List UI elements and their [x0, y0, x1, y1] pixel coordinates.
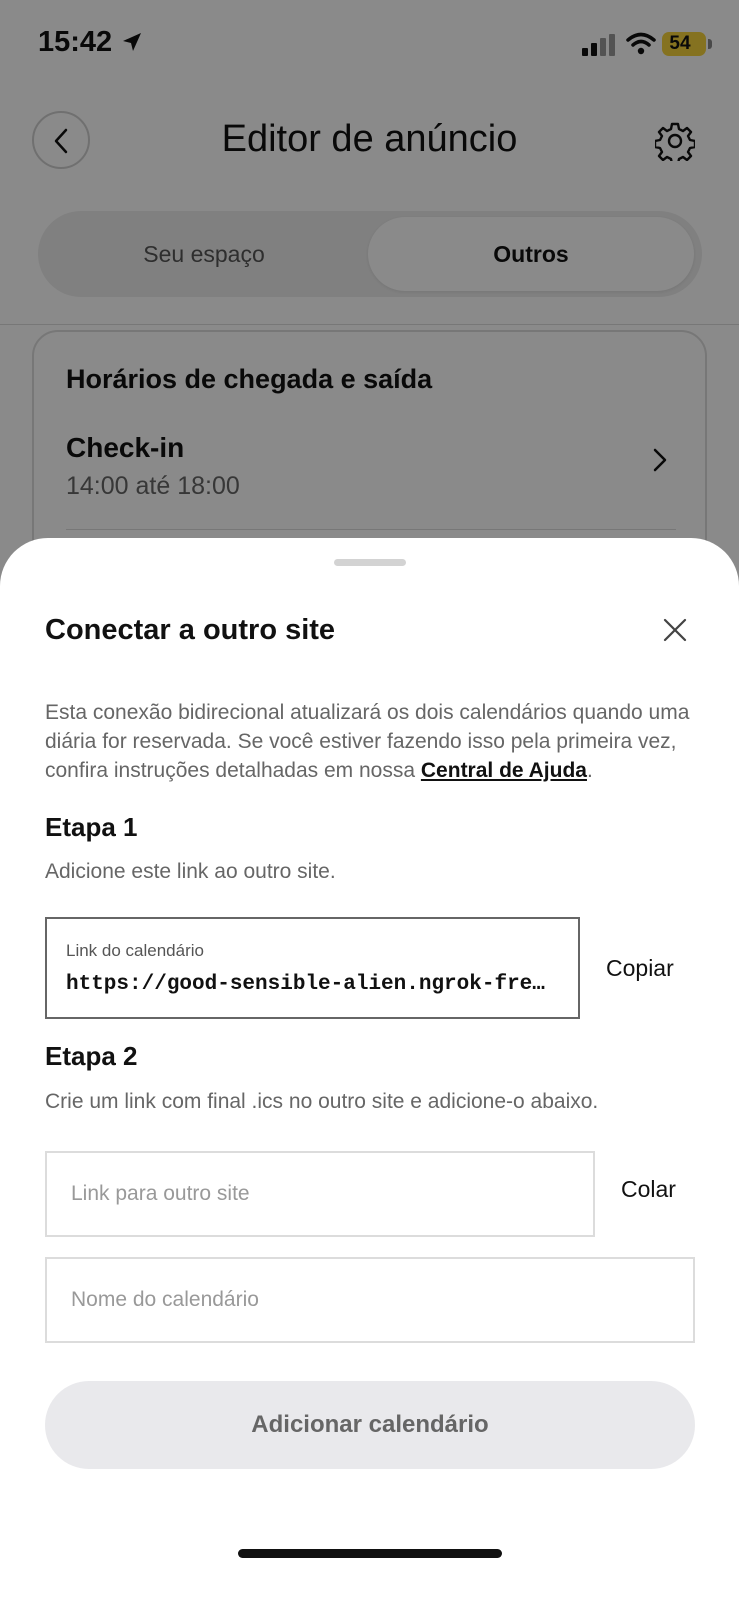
help-center-link[interactable]: Central de Ajuda	[421, 759, 587, 782]
step1-description: Adicione este link ao outro site.	[45, 860, 336, 883]
add-calendar-button[interactable]: Adicionar calendário	[45, 1381, 695, 1469]
step2-title: Etapa 2	[45, 1041, 138, 1071]
bottom-sheet: Conectar a outro site Esta conexão bidir…	[0, 538, 739, 1600]
calendar-link-label: Link do calendário	[66, 941, 204, 960]
home-indicator	[238, 1549, 502, 1558]
copy-button[interactable]: Copiar	[606, 955, 674, 982]
calendar-link-field[interactable]: Link do calendário https://good-sensible…	[45, 917, 580, 1019]
sheet-title: Conectar a outro site	[45, 614, 336, 646]
description-end: .	[586, 759, 593, 782]
calendar-link-value: https://good-sensible-alien.ngrok-free.a…	[66, 973, 556, 996]
close-icon[interactable]	[660, 615, 690, 645]
step2-description: Crie um link com final .ics no outro sit…	[45, 1090, 599, 1113]
calendar-name-input[interactable]	[45, 1257, 695, 1343]
paste-button[interactable]: Colar	[621, 1176, 676, 1203]
step1-title: Etapa 1	[45, 812, 138, 842]
external-link-input[interactable]	[45, 1151, 595, 1237]
sheet-description: Esta conexão bidirecional atualizará os …	[45, 698, 705, 785]
sheet-drag-handle[interactable]	[334, 559, 406, 566]
